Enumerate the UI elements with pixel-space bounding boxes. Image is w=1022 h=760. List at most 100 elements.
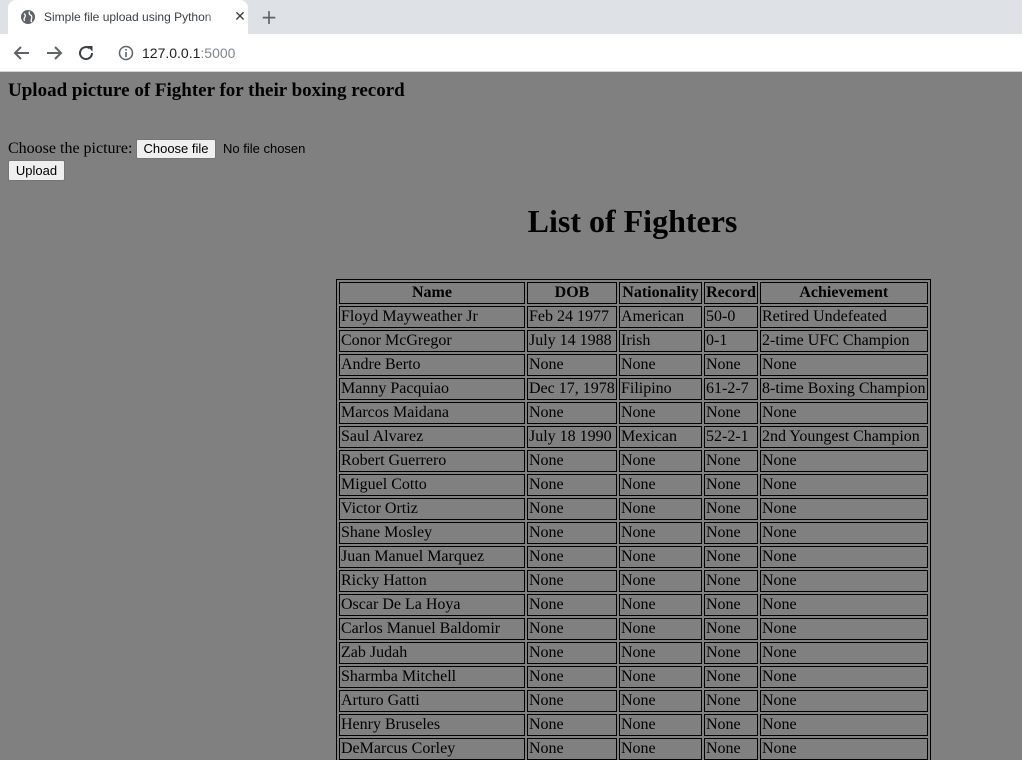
table-row: DeMarcus Corley None None None None [339,738,928,760]
cell-achievement: None [760,570,928,592]
table-row: Carlos Manuel Baldomir None None None None [339,618,928,640]
cell-record: 52-2-1 [704,426,758,448]
cell-record: 0-1 [704,330,758,352]
table-header-row: Name DOB Nationality Record Achievement [339,282,928,304]
table-row: Arturo Gatti None None None None [339,690,928,712]
close-icon[interactable]: ✕ [232,9,248,25]
cell-record: None [704,666,758,688]
cell-name: DeMarcus Corley [339,738,525,760]
table-row: Victor Ortiz None None None None [339,498,928,520]
table-row: Floyd Mayweather Jr Feb 24 1977 American 50… [339,306,928,328]
header-dob: DOB [527,282,617,304]
table-row: Saul Alvarez July 18 1990 Mexican 52-2-1 2nd… [339,426,928,448]
cell-nationality: None [619,402,702,424]
cell-record: None [704,690,758,712]
cell-name: Arturo Gatti [339,690,525,712]
cell-name: Floyd Mayweather Jr [339,306,525,328]
cell-record: None [704,618,758,640]
cell-record: None [704,474,758,496]
globe-icon [20,9,36,25]
cell-dob: Feb 24 1977 [527,306,617,328]
no-file-chosen-text: No file chosen [223,141,306,156]
cell-achievement: 8-time Boxing Champion [760,378,928,400]
cell-dob: None [527,354,617,376]
info-icon[interactable] [118,45,134,61]
cell-name: Andre Berto [339,354,525,376]
cell-dob: None [527,402,617,424]
cell-nationality: None [619,570,702,592]
table-row: Henry Bruseles None None None None [339,714,928,736]
cell-dob: None [527,738,617,760]
header-record: Record [704,282,758,304]
cell-nationality: None [619,618,702,640]
cell-record: 50-0 [704,306,758,328]
reload-icon[interactable] [74,41,98,65]
cell-achievement: None [760,690,928,712]
cell-name: Oscar De La Hoya [339,594,525,616]
upload-heading: Upload picture of Fighter for their boxi… [8,80,405,101]
cell-name: Manny Pacquiao [339,378,525,400]
cell-nationality: None [619,594,702,616]
cell-name: Juan Manuel Marquez [339,546,525,568]
cell-record: None [704,594,758,616]
address-bar[interactable]: 127.0.0.1:5000 [108,38,1014,68]
cell-achievement: 2-time UFC Champion [760,330,928,352]
table-row: Conor McGregor July 14 1988 Irish 0-1 2-time… [339,330,928,352]
cell-achievement: None [760,714,928,736]
cell-dob: None [527,690,617,712]
table-row: Juan Manuel Marquez None None None None [339,546,928,568]
cell-nationality: None [619,642,702,664]
cell-dob: None [527,642,617,664]
cell-nationality: None [619,690,702,712]
table-row: Shane Mosley None None None None [339,522,928,544]
header-name: Name [339,282,525,304]
page-content: Upload picture of Fighter for their boxi… [0,72,1022,760]
cell-dob: None [527,594,617,616]
cell-nationality: None [619,498,702,520]
plus-icon[interactable]: + [258,6,280,28]
table-row: Sharmba Mitchell None None None None [339,666,928,688]
cell-nationality: Irish [619,330,702,352]
cell-achievement: None [760,498,928,520]
cell-achievement: 2nd Youngest Champion [760,426,928,448]
cell-record: None [704,498,758,520]
cell-record: 61-2-7 [704,378,758,400]
choose-file-button[interactable]: Choose file [136,139,216,159]
cell-achievement: None [760,738,928,760]
cell-name: Robert Guerrero [339,450,525,472]
cell-record: None [704,522,758,544]
cell-name: Henry Bruseles [339,714,525,736]
cell-record: None [704,354,758,376]
cell-name: Sharmba Mitchell [339,666,525,688]
cell-record: None [704,570,758,592]
upload-button[interactable]: Upload [8,160,65,181]
cell-dob: None [527,498,617,520]
cell-achievement: Retired Undefeated [760,306,928,328]
header-nationality: Nationality [619,282,702,304]
cell-record: None [704,738,758,760]
cell-name: Zab Judah [339,642,525,664]
cell-name: Shane Mosley [339,522,525,544]
table-row: Robert Guerrero None None None None [339,450,928,472]
cell-nationality: Filipino [619,378,702,400]
cell-nationality: None [619,714,702,736]
cell-nationality: None [619,354,702,376]
table-body: Floyd Mayweather Jr Feb 24 1977 American 50… [339,306,928,760]
arrow-left-icon[interactable] [10,41,34,65]
arrow-right-icon[interactable] [42,41,66,65]
table-row: Marcos Maidana None None None None [339,402,928,424]
browser-tab[interactable]: Simple file upload using Python ✕ [8,0,248,34]
list-title: List of Fighters [527,203,738,239]
table-row: Miguel Cotto None None None None [339,474,928,496]
choose-picture-row: Choose the picture: Choose file No file … [8,138,305,160]
cell-nationality: American [619,306,702,328]
cell-name: Carlos Manuel Baldomir [339,618,525,640]
cell-nationality: None [619,546,702,568]
cell-nationality: None [619,522,702,544]
cell-nationality: None [619,666,702,688]
cell-dob: Dec 17, 1978 [527,378,617,400]
cell-dob: None [527,522,617,544]
cell-name: Saul Alvarez [339,426,525,448]
cell-achievement: None [760,642,928,664]
tab-title-fade [204,6,226,28]
